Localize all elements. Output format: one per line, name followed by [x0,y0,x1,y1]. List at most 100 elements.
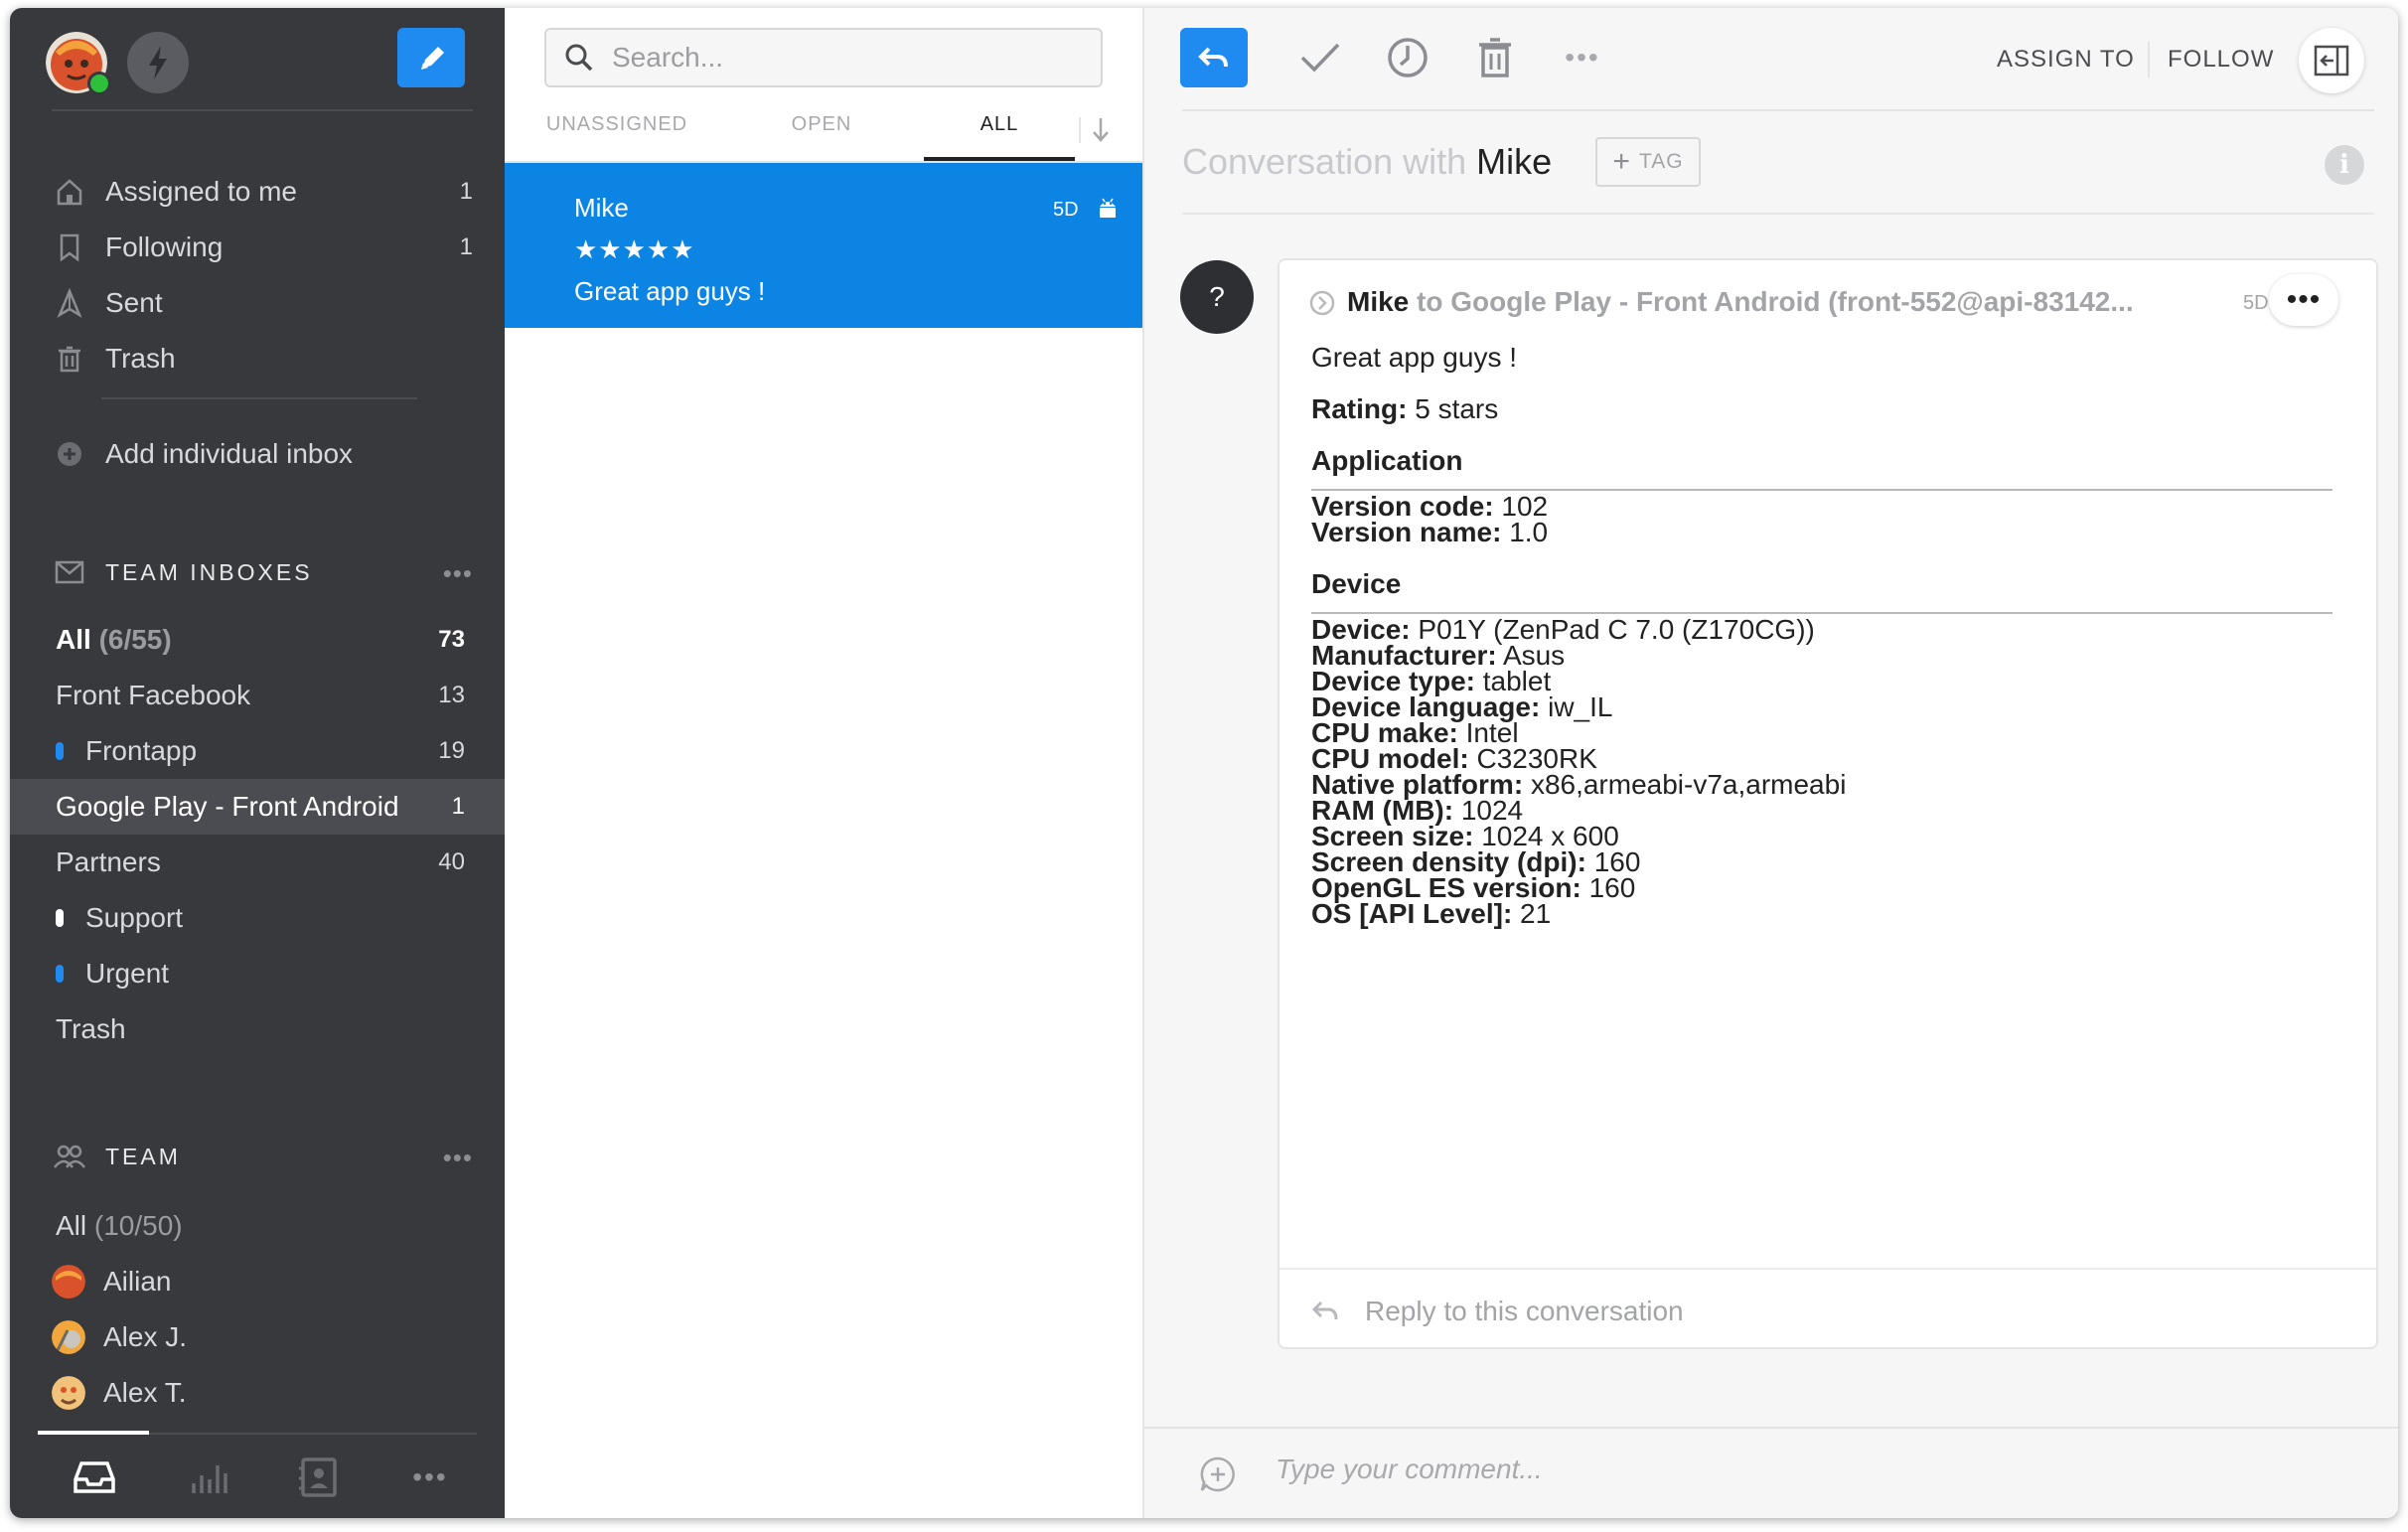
plus-icon: + [1612,145,1631,178]
compose-button[interactable] [397,28,465,87]
add-individual-inbox-button[interactable]: Add individual inbox [52,429,473,479]
team-all-label: All (10/50) [56,1210,183,1241]
inbox-count: 40 [438,848,465,875]
archive-button[interactable] [1295,30,1345,85]
nav-label: Following [105,231,224,262]
application-heading: Application [1311,445,1463,476]
add-tag-button[interactable]: + TAG [1595,137,1701,187]
divider [101,397,417,399]
tab-all[interactable]: ALL [924,113,1075,136]
chevron-right-circle-icon [1309,290,1335,316]
search-input[interactable] [610,41,1091,75]
sidebar: Assigned to me 1 Following 1 Sent Trash [10,8,505,1518]
divider [52,109,473,111]
inbox-item-google-play-front-android[interactable]: Google Play - Front Android 1 [10,779,505,835]
nav-sent[interactable]: Sent [52,278,473,328]
snooze-button[interactable] [1383,30,1432,85]
divider [1182,109,2374,111]
trash-icon [52,341,87,377]
team-more-button[interactable]: ••• [443,1143,473,1173]
reply-placeholder: Reply to this conversation [1365,1296,1684,1326]
inbox-item-trash[interactable]: Trash [10,1001,505,1057]
field-line: OS [API Level]: 21 [1311,898,1552,929]
divider [1279,1268,2376,1270]
rules-button[interactable] [127,32,189,93]
android-icon [1100,198,1116,218]
comment-add-icon [1200,1456,1235,1492]
inbox-label: All (6/55) [56,624,172,655]
nav-following[interactable]: Following 1 [52,223,473,272]
conversation-item[interactable]: Mike ★★★★★ Great app guys ! 5D [505,163,1142,328]
team-member-alex-t[interactable]: Alex T. [10,1365,505,1421]
inbox-count: 19 [438,737,465,764]
sort-arrow-down-icon[interactable] [1089,115,1113,145]
info-icon[interactable]: i [2325,145,2364,185]
conversation-rating: ★★★★★ [574,234,695,264]
tag-color-dot [56,965,64,983]
inbox-item-partners[interactable]: Partners 40 [10,835,505,890]
trash-icon [1479,38,1511,77]
people-icon [52,1144,87,1169]
inbox-item-support[interactable]: Support [10,890,505,946]
conversation-preview: Great app guys ! [574,276,766,306]
pencil-icon [421,47,444,70]
member-name: Alex J. [103,1321,188,1352]
team-inboxes-more-button[interactable]: ••• [443,558,473,589]
message-more-button[interactable]: ••• [2269,274,2338,326]
inbox-tab-button[interactable] [70,1453,119,1502]
delete-button[interactable] [1470,30,1520,85]
inbox-label: Urgent [85,958,170,989]
reply-arrow-icon [1198,47,1228,68]
team-item-all[interactable]: All (10/50) [10,1198,505,1254]
contact-avatar[interactable]: ? [1180,260,1254,334]
more-tab-button[interactable]: ••• [405,1453,455,1502]
message-greeting: Great app guys ! [1311,342,1518,373]
conversation-pane: ••• ASSIGN TO FOLLOW Conversation with M… [1144,8,2398,1518]
nav-assigned-to-me[interactable]: Assigned to me 1 [52,167,473,217]
assign-to-button[interactable]: ASSIGN TO [1997,46,2135,74]
avatar [52,1320,85,1354]
sidebar-footer: ••• [10,1431,505,1518]
toggle-panel-button[interactable] [2299,28,2364,93]
divider [1079,117,1081,143]
section-title: TEAM INBOXES [105,558,313,585]
inbox-item-urgent[interactable]: Urgent [10,946,505,1001]
reply-arrow-icon [1311,1301,1338,1320]
divider [1182,213,2374,215]
search-box[interactable] [544,28,1103,87]
tag-label: TAG [1638,150,1684,173]
inbox-label: Frontapp [85,735,198,766]
conversation-toolbar: ••• ASSIGN TO FOLLOW [1144,8,2398,111]
team-header: TEAM ••• [52,1137,473,1176]
reply-button[interactable] [1180,28,1248,87]
team-inboxes-header: TEAM INBOXES ••• [52,552,473,592]
inbox-label: Google Play - Front Android [56,791,399,822]
nav-label: Trash [105,343,176,374]
tab-open[interactable]: OPEN [759,113,884,136]
comment-input[interactable] [1274,1453,2271,1486]
analytics-tab-button[interactable] [185,1453,234,1502]
reply-to-conversation-button[interactable]: Reply to this conversation [1311,1296,1684,1327]
tab-unassigned[interactable]: UNASSIGNED [544,113,689,136]
message-header[interactable]: Mike to Google Play - Front Android (fro… [1309,286,2342,326]
more-actions-button[interactable]: ••• [1558,30,1607,85]
field-line: Version name: 1.0 [1311,517,1549,547]
inbox-tray-icon [74,1461,115,1493]
follow-button[interactable]: FOLLOW [2168,46,2274,74]
nav-label: Assigned to me [105,176,297,207]
section-title: TEAM [105,1143,181,1169]
inbox-item-all[interactable]: All (6/55) 73 [10,612,505,668]
contacts-tab-button[interactable] [294,1453,344,1502]
app-window: Assigned to me 1 Following 1 Sent Trash [10,8,2398,1518]
inbox-item-frontapp[interactable]: Frontapp 19 [10,723,505,779]
envelope-icon [52,560,87,584]
inbox-item-front-facebook[interactable]: Front Facebook 13 [10,668,505,723]
nav-trash[interactable]: Trash [52,334,473,383]
inbox-count: 73 [438,626,465,653]
team-member-ailian[interactable]: Ailian [10,1254,505,1309]
nav-label: Sent [105,287,163,318]
avatar [52,1376,85,1410]
team-member-alex-j[interactable]: Alex J. [10,1309,505,1365]
divider [2148,42,2150,77]
sidebar-header [10,8,505,115]
